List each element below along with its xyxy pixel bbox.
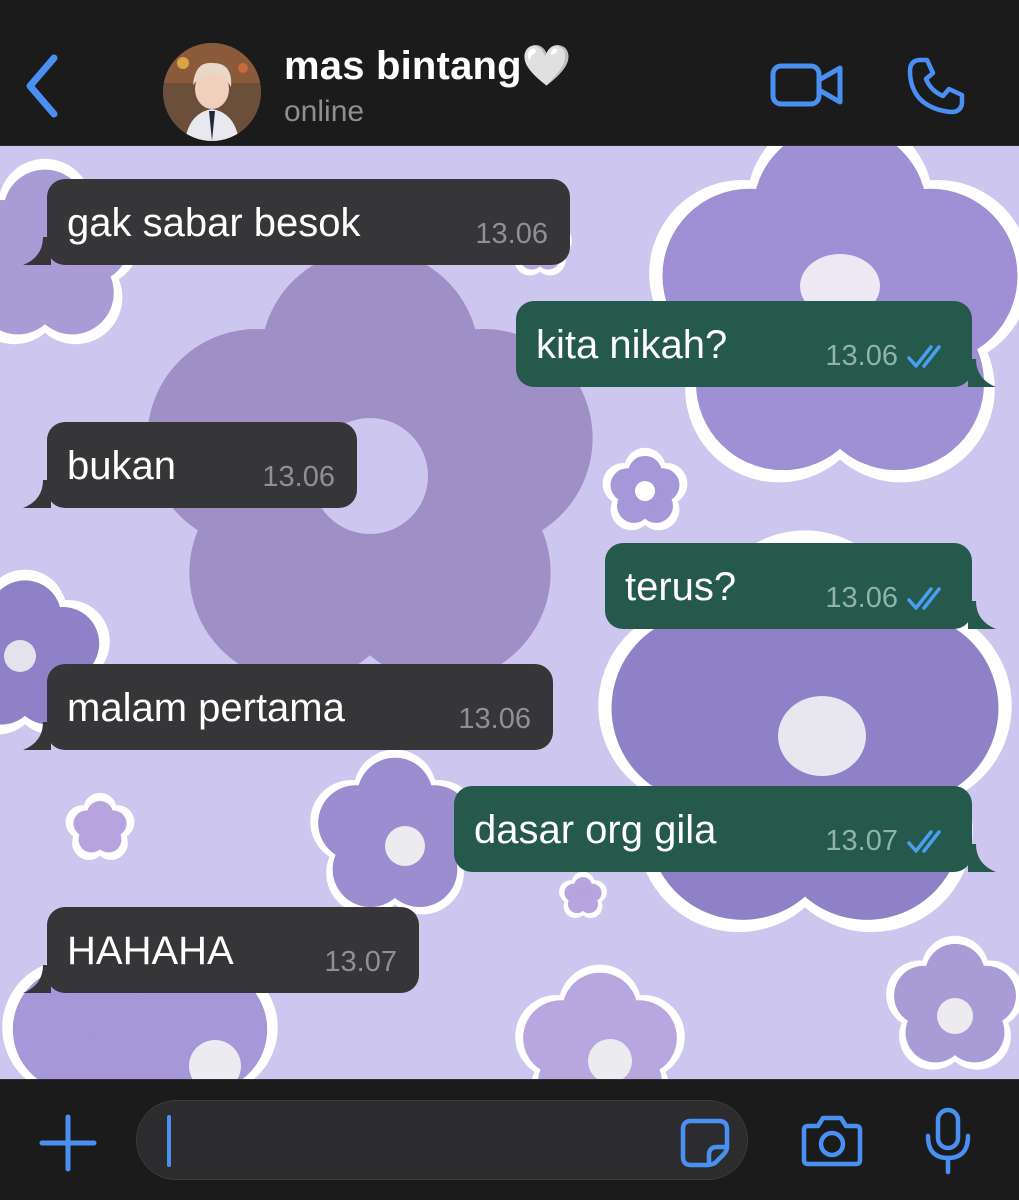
message-bubble-incoming[interactable]: malam pertama 13.06 [23,664,553,750]
message-time: 13.06 [458,703,531,735]
back-button[interactable] [18,52,68,120]
bubble-tail [968,601,996,629]
chat-area[interactable]: gak sabar besok 13.06 kita nikah? 13.06 … [0,146,1019,1079]
bubble-tail [968,359,996,387]
message-bubble-outgoing[interactable]: kita nikah? 13.06 [516,301,996,387]
bubble-tail [23,722,51,750]
sticker-button[interactable] [677,1115,733,1171]
message-bubble-incoming[interactable]: gak sabar besok 13.06 [23,179,570,265]
message-text: dasar org gila [474,808,717,852]
message-bubble-outgoing[interactable]: dasar org gila 13.07 [454,786,996,872]
message-bubble-incoming[interactable]: HAHAHA 13.07 [23,907,419,993]
message-meta: 13.07 [825,825,950,858]
message-text: gak sabar besok [67,201,361,245]
contact-status: online [284,95,365,128]
bubble-tail [23,480,51,508]
bubble-tail [23,965,51,993]
message-time: 13.06 [825,582,898,614]
camera-button[interactable] [800,1110,864,1170]
message-bubble-outgoing[interactable]: terus? 13.06 [605,543,996,629]
contact-avatar[interactable] [163,43,261,141]
video-camera-icon [770,63,843,107]
message-input[interactable] [136,1100,748,1180]
message-text: terus? [625,565,737,609]
contact-name[interactable]: mas bintang🤍 [284,42,572,89]
bubble-tail [968,844,996,872]
plus-icon [39,1114,97,1172]
bubble-tail [23,237,51,265]
sticker-icon [680,1118,730,1168]
double-check-icon [907,829,941,853]
attach-button[interactable] [38,1113,98,1173]
message-meta: 13.06 [825,582,950,615]
message-meta: 13.06 [262,461,335,494]
message-time: 13.06 [475,218,548,250]
video-call-button[interactable] [770,60,844,110]
message-time: 13.06 [825,340,898,372]
message-meta: 13.06 [458,703,531,736]
message-text: kita nikah? [536,323,728,367]
message-time: 13.07 [324,946,397,978]
phone-icon [907,57,965,115]
avatar-photo [163,43,261,141]
microphone-button[interactable] [922,1106,974,1176]
camera-icon [801,1115,863,1167]
message-bubble-incoming[interactable]: bukan 13.06 [23,422,357,508]
message-text: bukan [67,444,176,488]
message-time: 13.06 [262,461,335,493]
microphone-icon [925,1107,971,1175]
message-meta: 13.06 [475,218,548,251]
message-time: 13.07 [825,825,898,857]
chevron-left-icon [26,54,58,118]
message-text: malam pertama [67,686,345,730]
voice-call-button[interactable] [905,55,967,117]
text-caret [167,1115,171,1167]
message-meta: 13.06 [825,340,950,373]
chat-header: mas bintang🤍 online [0,0,1019,146]
message-text: HAHAHA [67,929,234,973]
message-meta: 13.07 [324,946,397,979]
double-check-icon [907,586,941,610]
double-check-icon [907,344,941,368]
